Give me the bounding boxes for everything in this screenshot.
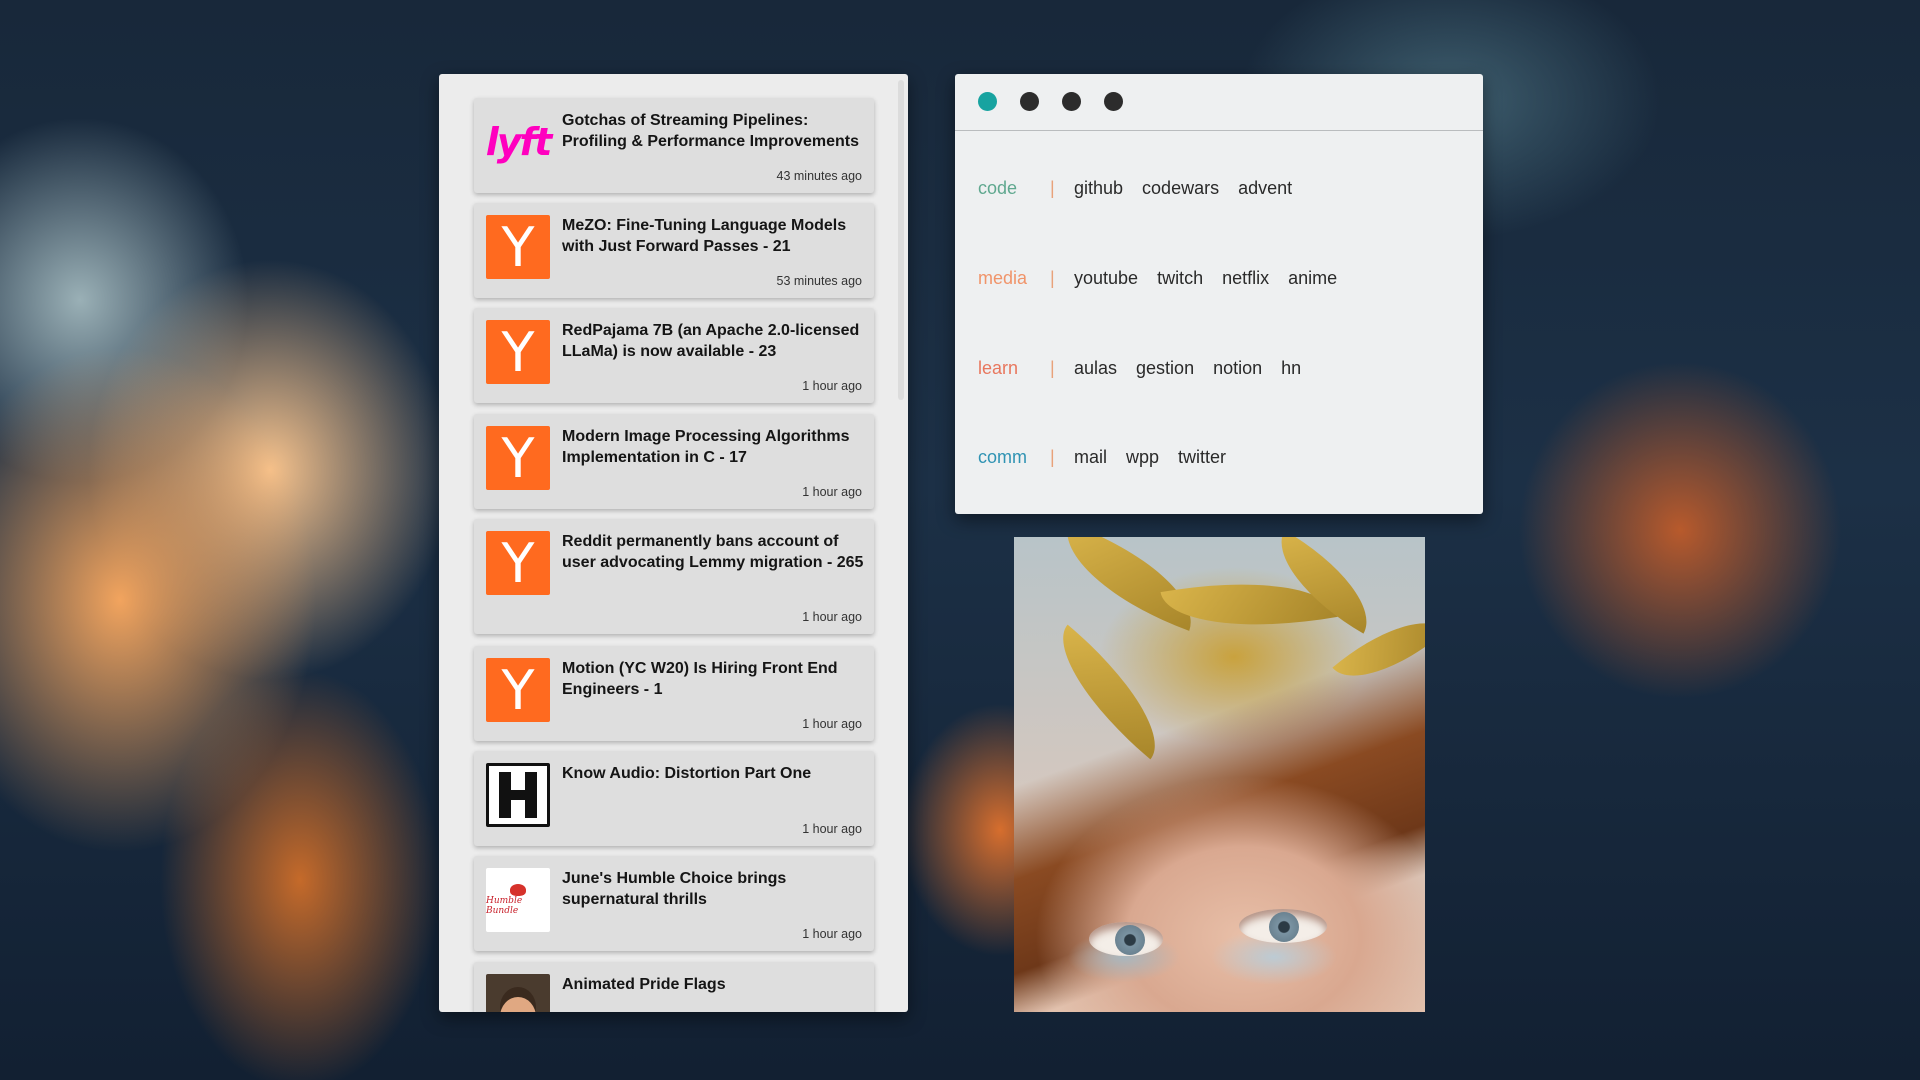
feed-card[interactable]: Y RedPajama 7B (an Apache 2.0-licensed LL…: [474, 308, 874, 403]
group-separator: |: [1050, 268, 1055, 288]
avatar-face: [500, 997, 536, 1012]
link-group-learn: learn | aulas gestion notion hn: [978, 358, 1320, 379]
h-logo-icon: [486, 763, 550, 827]
group-label: media: [978, 268, 1028, 288]
humble-mascot-icon: [510, 884, 526, 896]
humble-wordmark: Humble Bundle: [486, 896, 523, 916]
group-label: learn: [978, 358, 1019, 378]
news-feed-panel: lyft Gotchas of Streaming Pipelines: Prof…: [439, 74, 908, 1012]
group-label: comm: [978, 447, 1027, 467]
right-eye: [1239, 909, 1327, 943]
y-combinator-icon: Y: [486, 320, 550, 384]
feed-card-title[interactable]: June's Humble Choice brings supernatural…: [562, 868, 867, 910]
feed-scrollbar[interactable]: [898, 80, 904, 400]
lyft-logo-icon: lyft: [485, 120, 553, 164]
feed-card-time: 1 hour ago: [802, 717, 862, 731]
launcher-panel: code | github codewars advent media | youtube tw…: [955, 74, 1483, 514]
link-netflix[interactable]: netflix: [1222, 268, 1269, 289]
feed-card[interactable]: Know Audio: Distortion Part One 1 hour ag…: [474, 751, 874, 846]
group-separator: |: [1050, 447, 1055, 467]
link-gestion[interactable]: gestion: [1136, 358, 1194, 379]
y-combinator-icon: Y: [486, 531, 550, 595]
feed-card-title[interactable]: Animated Pride Flags: [562, 974, 867, 995]
y-combinator-icon: Y: [486, 215, 550, 279]
link-hn[interactable]: hn: [1281, 358, 1301, 379]
feed-card-time: 1 hour ago: [802, 610, 862, 624]
link-anime[interactable]: anime: [1288, 268, 1337, 289]
feed-card-time: 53 minutes ago: [776, 274, 862, 288]
group-label: code: [978, 178, 1018, 198]
y-combinator-icon: Y: [486, 426, 550, 490]
window-dot-icon[interactable]: [978, 92, 997, 111]
link-twitch[interactable]: twitch: [1157, 268, 1203, 289]
feed-card-time: 1 hour ago: [802, 822, 862, 836]
feed-card-title[interactable]: MeZO: Fine-Tuning Language Models with J…: [562, 215, 867, 257]
link-notion[interactable]: notion: [1213, 358, 1262, 379]
laurel-leaf: [1035, 624, 1183, 760]
link-codewars[interactable]: codewars: [1142, 178, 1219, 199]
group-separator: |: [1050, 358, 1055, 378]
feed-card-title[interactable]: Modern Image Processing Algorithms Imple…: [562, 426, 867, 468]
link-wpp[interactable]: wpp: [1126, 447, 1159, 468]
window-dot-icon[interactable]: [1104, 92, 1123, 111]
link-github[interactable]: github: [1074, 178, 1123, 199]
feed-card[interactable]: lyft Gotchas of Streaming Pipelines: Prof…: [474, 98, 874, 193]
feed-card-time: 1 hour ago: [802, 927, 862, 941]
link-advent[interactable]: advent: [1238, 178, 1292, 199]
window-dot-icon[interactable]: [1020, 92, 1039, 111]
feed-card[interactable]: Y Reddit permanently bans account of user…: [474, 519, 874, 634]
link-mail[interactable]: mail: [1074, 447, 1107, 468]
feed-card[interactable]: Humble Bundle June's Humble Choice brings…: [474, 856, 874, 951]
feed-card[interactable]: Y Motion (YC W20) Is Hiring Front End Eng…: [474, 646, 874, 741]
link-group-code: code | github codewars advent: [978, 178, 1311, 199]
feed-card[interactable]: Animated Pride Flags: [474, 962, 874, 1012]
window-dot-icon[interactable]: [1062, 92, 1081, 111]
feed-card-title[interactable]: RedPajama 7B (an Apache 2.0-licensed LLa…: [562, 320, 867, 362]
link-youtube[interactable]: youtube: [1074, 268, 1138, 289]
left-eye: [1089, 922, 1163, 956]
link-group-comm: comm | mail wpp twitter: [978, 447, 1245, 468]
humble-bundle-icon: Humble Bundle: [486, 868, 550, 932]
feed-card-title[interactable]: Know Audio: Distortion Part One: [562, 763, 867, 784]
link-aulas[interactable]: aulas: [1074, 358, 1117, 379]
feed-card[interactable]: Y Modern Image Processing Algorithms Impl…: [474, 414, 874, 509]
avatar-thumbnail-icon: [486, 974, 550, 1012]
laurel-leaf: [1048, 537, 1210, 631]
window-dots: [978, 92, 1123, 111]
link-group-media: media | youtube twitch netflix anime: [978, 268, 1356, 289]
laurel-portrait-image: [1014, 537, 1425, 1012]
header-divider: [955, 130, 1483, 131]
feed-card-time: 1 hour ago: [802, 379, 862, 393]
feed-card[interactable]: Y MeZO: Fine-Tuning Language Models with …: [474, 203, 874, 298]
feed-card-time: 43 minutes ago: [776, 169, 862, 183]
link-twitter[interactable]: twitter: [1178, 447, 1226, 468]
feed-card-title[interactable]: Gotchas of Streaming Pipelines: Profilin…: [562, 110, 867, 152]
feed-card-title[interactable]: Reddit permanently bans account of user …: [562, 531, 867, 573]
y-combinator-icon: Y: [486, 658, 550, 722]
feed-card-time: 1 hour ago: [802, 485, 862, 499]
feed-card-title[interactable]: Motion (YC W20) Is Hiring Front End Engi…: [562, 658, 867, 700]
group-separator: |: [1050, 178, 1055, 198]
